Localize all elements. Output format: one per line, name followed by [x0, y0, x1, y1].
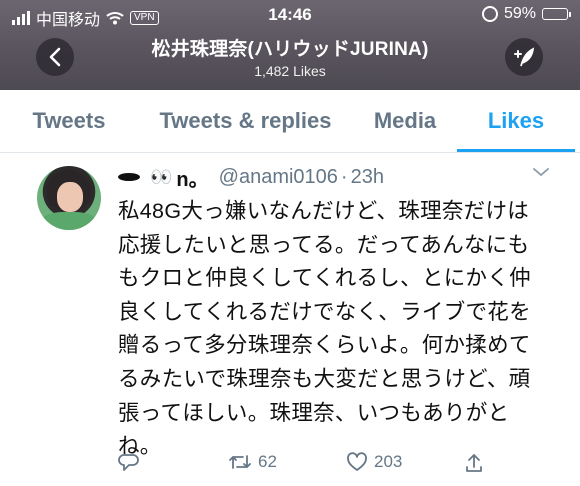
battery-icon [542, 8, 571, 20]
author-display-name: n。 [176, 168, 209, 191]
tweet-handle[interactable]: @anami0106 [219, 166, 338, 189]
profile-name: 松井珠理奈(ハリウッドJURINA) [151, 39, 429, 60]
eyes-emoji-icon: 👀 [150, 166, 173, 187]
profile-tabs: Tweets Tweets & replies Media Likes [0, 90, 580, 153]
tweet-text-line: もクロと仲良くしてくれるし、とにかく仲 [118, 266, 531, 291]
tab-tweets-replies[interactable]: Tweets & replies [148, 90, 343, 152]
share-button[interactable] [463, 452, 485, 474]
like-button[interactable]: 203 [346, 452, 402, 472]
tweet-text-line: 良くしてくれるだけでなく、ライブで花を [118, 299, 531, 324]
rotation-lock-icon [481, 6, 498, 22]
tweet-text-line: 私48G大っ嫌いなんだけど、珠理奈だけは [118, 199, 530, 223]
compose-feather-icon [514, 47, 535, 67]
avatar[interactable] [37, 166, 101, 230]
tweet-actions: 62 203 [118, 452, 558, 480]
share-icon [466, 454, 482, 472]
reply-button[interactable] [118, 452, 140, 474]
tweet-author-name[interactable]: 👀 n。 [118, 163, 209, 192]
tweet-header: 👀 n。 @anami0106 · 23h [118, 163, 550, 192]
tweet-text: 私48G大っ嫌いなんだけど、珠理奈だけは 応援したいと思ってる。だってあんなにも… [118, 195, 558, 464]
chevron-down-icon[interactable] [532, 166, 550, 178]
heart-icon [347, 452, 367, 471]
tab-tweets[interactable]: Tweets [20, 90, 118, 152]
tweet-text-line: 応援したいと思ってる。だってあんなにも [118, 232, 530, 257]
tweet-text-line: 贈るって多分珠理奈くらいよ。何か揉めて [118, 333, 531, 358]
battery-percent: 59% [503, 5, 536, 22]
profile-title-block: 松井珠理奈(ハリウッドJURINA) 1,482 Likes [0, 34, 580, 79]
compose-tweet-button[interactable] [505, 38, 543, 76]
like-count: 203 [374, 452, 403, 471]
separator-dot: · [340, 165, 348, 188]
retweet-count: 62 [258, 452, 277, 471]
tab-likes[interactable]: Likes [457, 90, 575, 152]
retweet-button[interactable]: 62 [228, 452, 277, 472]
hole-emoji-icon [118, 173, 140, 181]
status-bar: 中国移动 VPN 14:46 59% [0, 0, 580, 30]
tweet-time: 23h [350, 165, 384, 188]
tweet-text-line: 張ってほしい。珠理奈、いつもありがと [118, 400, 510, 425]
reply-icon [118, 454, 139, 471]
likes-count: 1,482 Likes [254, 63, 326, 79]
retweet-icon [229, 455, 251, 469]
profile-header: 中国移动 VPN 14:46 59% 松井珠理奈(ハリウッドJURINA) 1,… [0, 0, 580, 90]
tab-media[interactable]: Media [362, 90, 448, 152]
tweet-text-line: るみたいで珠理奈も大変だと思うけど、頑 [118, 366, 531, 391]
